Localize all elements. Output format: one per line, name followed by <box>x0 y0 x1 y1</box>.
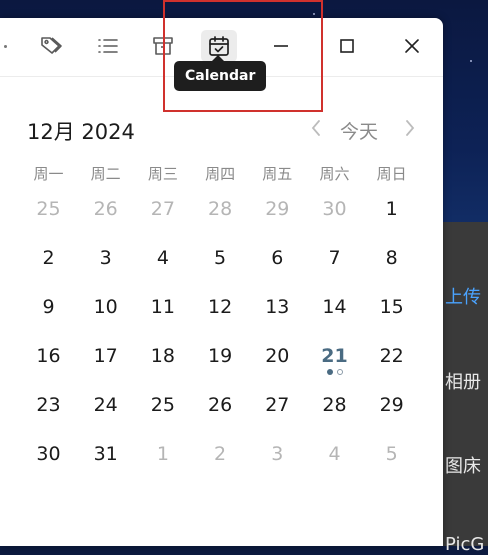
day-cell[interactable]: 2 <box>192 439 249 469</box>
day-cell[interactable]: 3 <box>249 439 306 469</box>
day-cell[interactable]: 4 <box>134 243 191 273</box>
close-icon <box>402 36 422 56</box>
day-cell[interactable]: 14 <box>306 292 363 322</box>
day-cell[interactable]: 5 <box>192 243 249 273</box>
day-cell[interactable]: 29 <box>249 194 306 224</box>
day-cell[interactable]: 9 <box>20 292 77 322</box>
day-cell[interactable]: 17 <box>77 341 134 371</box>
maximize-button[interactable] <box>329 30 365 62</box>
day-cell[interactable]: 24 <box>77 390 134 420</box>
day-grid: 25 26 27 28 29 30 1 2 3 4 5 6 7 8 9 10 11 12 13 14 15 16 17 18 1… <box>20 194 420 494</box>
today-event-dots <box>327 369 347 377</box>
day-cell[interactable]: 25 <box>134 390 191 420</box>
day-cell[interactable]: 3 <box>77 243 134 273</box>
weekday-header: 周一 周二 周三 周四 周五 周六 周日 <box>20 163 420 183</box>
chevron-left-icon <box>310 118 322 142</box>
prev-month-button[interactable] <box>306 118 326 142</box>
day-cell[interactable]: 30 <box>306 194 363 224</box>
day-cell[interactable]: 20 <box>249 341 306 371</box>
day-cell[interactable]: 1 <box>363 194 420 224</box>
weekday-label: 周日 <box>376 165 407 183</box>
day-cell[interactable]: 26 <box>77 194 134 224</box>
day-cell[interactable]: 25 <box>20 194 77 224</box>
day-cell[interactable]: 23 <box>20 390 77 420</box>
tag-button[interactable] <box>34 30 70 62</box>
day-cell[interactable]: 8 <box>363 243 420 273</box>
weekday-label: 周六 <box>319 165 350 183</box>
bg-imagehost-item[interactable]: 图床 <box>445 452 481 478</box>
month-year-label: 12月 2024 <box>27 120 135 144</box>
day-cell[interactable]: 5 <box>363 439 420 469</box>
next-month-button[interactable] <box>400 118 420 142</box>
bg-album-item[interactable]: 相册 <box>445 368 481 394</box>
list-button[interactable] <box>90 30 126 62</box>
day-cell[interactable]: 29 <box>363 390 420 420</box>
day-cell[interactable]: 7 <box>306 243 363 273</box>
bg-picg-item[interactable]: PicG <box>445 534 484 555</box>
day-cell[interactable]: 31 <box>77 439 134 469</box>
day-cell[interactable]: 27 <box>134 194 191 224</box>
close-button[interactable] <box>394 30 430 62</box>
day-cell[interactable]: 4 <box>306 439 363 469</box>
event-dot <box>327 369 333 375</box>
day-cell[interactable]: 15 <box>363 292 420 322</box>
weekday-label: 周一 <box>33 165 64 183</box>
day-cell[interactable]: 28 <box>306 390 363 420</box>
event-dot-outline <box>337 369 343 375</box>
day-cell-today[interactable]: 21 <box>306 341 363 371</box>
weekday-label: 周四 <box>205 165 236 183</box>
day-cell[interactable]: 30 <box>20 439 77 469</box>
day-cell[interactable]: 26 <box>192 390 249 420</box>
maximize-icon <box>337 36 357 56</box>
overflow-dot <box>4 45 7 48</box>
highlight-box <box>163 0 323 112</box>
bg-upload-link[interactable]: 上传 <box>445 283 481 309</box>
chevron-right-icon <box>404 118 416 142</box>
list-icon <box>96 36 120 56</box>
day-cell[interactable]: 1 <box>134 439 191 469</box>
day-cell[interactable]: 22 <box>363 341 420 371</box>
weekday-label: 周二 <box>90 165 121 183</box>
day-cell[interactable]: 11 <box>134 292 191 322</box>
day-cell[interactable]: 12 <box>192 292 249 322</box>
today-button[interactable]: 今天 <box>340 117 378 144</box>
calendar-tooltip: Calendar <box>174 55 267 91</box>
day-cell[interactable]: 10 <box>77 292 134 322</box>
day-cell[interactable]: 6 <box>249 243 306 273</box>
weekday-label: 周三 <box>147 165 178 183</box>
day-cell[interactable]: 16 <box>20 341 77 371</box>
day-cell[interactable]: 2 <box>20 243 77 273</box>
day-cell[interactable]: 18 <box>134 341 191 371</box>
day-cell[interactable]: 27 <box>249 390 306 420</box>
tag-icon <box>39 35 65 57</box>
day-cell[interactable]: 19 <box>192 341 249 371</box>
day-cell[interactable]: 28 <box>192 194 249 224</box>
day-cell[interactable]: 13 <box>249 292 306 322</box>
star-dot <box>470 60 472 62</box>
weekday-label: 周五 <box>262 165 293 183</box>
